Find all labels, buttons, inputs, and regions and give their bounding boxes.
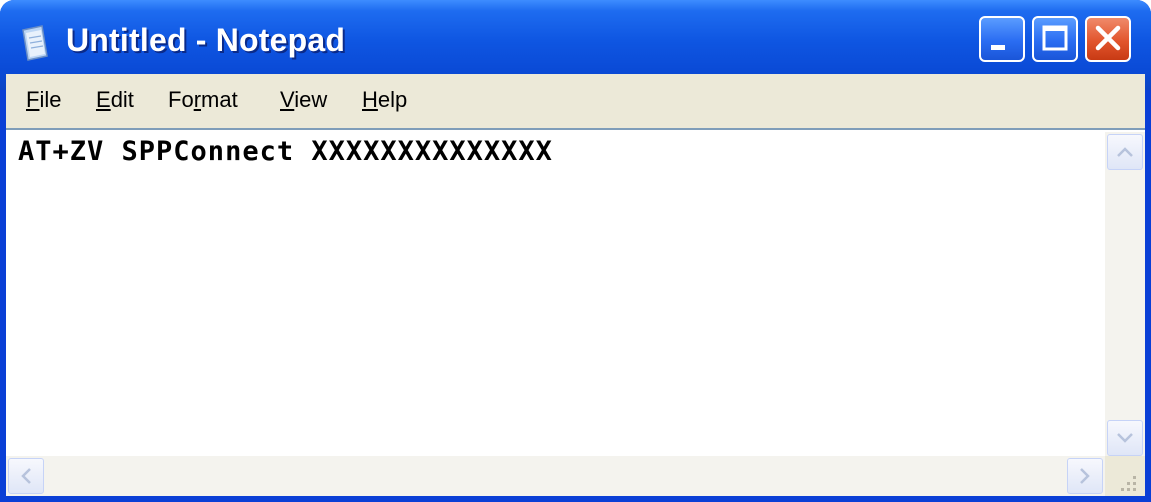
menu-format-accelerator: r [193, 87, 202, 112]
menu-bar: File Edit Format View Help [6, 74, 1145, 124]
notepad-icon [22, 25, 48, 61]
close-button[interactable] [1085, 16, 1131, 62]
maximize-icon [1042, 25, 1068, 51]
menu-file-label: ile [39, 87, 62, 112]
horizontal-scrollbar[interactable] [6, 456, 1105, 496]
menu-edit-accelerator: E [96, 87, 111, 112]
chevron-up-icon [1117, 147, 1133, 157]
menu-file[interactable]: File [26, 87, 61, 113]
chevron-right-icon [1080, 468, 1090, 484]
scroll-right-button[interactable] [1067, 458, 1103, 494]
minimize-button[interactable] [979, 16, 1025, 62]
menu-help-accelerator: H [362, 87, 378, 112]
menu-view-label: iew [294, 87, 328, 112]
vertical-scrollbar[interactable] [1105, 132, 1145, 458]
resize-grip[interactable] [1105, 456, 1145, 496]
menu-edit[interactable]: Edit [96, 87, 134, 113]
scroll-down-button[interactable] [1107, 420, 1143, 456]
window-title: Untitled - Notepad [66, 22, 346, 58]
menu-format-label-start: Fo [168, 87, 194, 112]
scroll-up-button[interactable] [1107, 134, 1143, 170]
minimize-icon [991, 45, 1005, 50]
menu-edit-label: dit [110, 87, 134, 112]
menu-file-accelerator: F [26, 87, 40, 112]
editor-text[interactable]: AT+ZV SPPConnect XXXXXXXXXXXXXX [18, 136, 553, 167]
menu-view-accelerator: V [280, 87, 295, 112]
client-area: File Edit Format View Help AT+ZV SPPConn… [6, 74, 1145, 496]
chevron-down-icon [1117, 433, 1133, 443]
close-icon [1095, 25, 1121, 51]
maximize-button[interactable] [1032, 16, 1078, 62]
text-editor[interactable]: AT+ZV SPPConnect XXXXXXXXXXXXXX [6, 128, 1145, 496]
menu-help-label: elp [377, 87, 408, 112]
menu-format[interactable]: Format [168, 87, 238, 113]
chevron-left-icon [21, 468, 31, 484]
size-grip-icon [1121, 476, 1136, 491]
scroll-left-button[interactable] [8, 458, 44, 494]
menu-view[interactable]: View [280, 87, 327, 113]
menu-help[interactable]: Help [362, 87, 407, 113]
notepad-window: Untitled - Notepad File Edit Format View… [0, 0, 1151, 502]
menu-format-label-end: mat [201, 87, 238, 112]
